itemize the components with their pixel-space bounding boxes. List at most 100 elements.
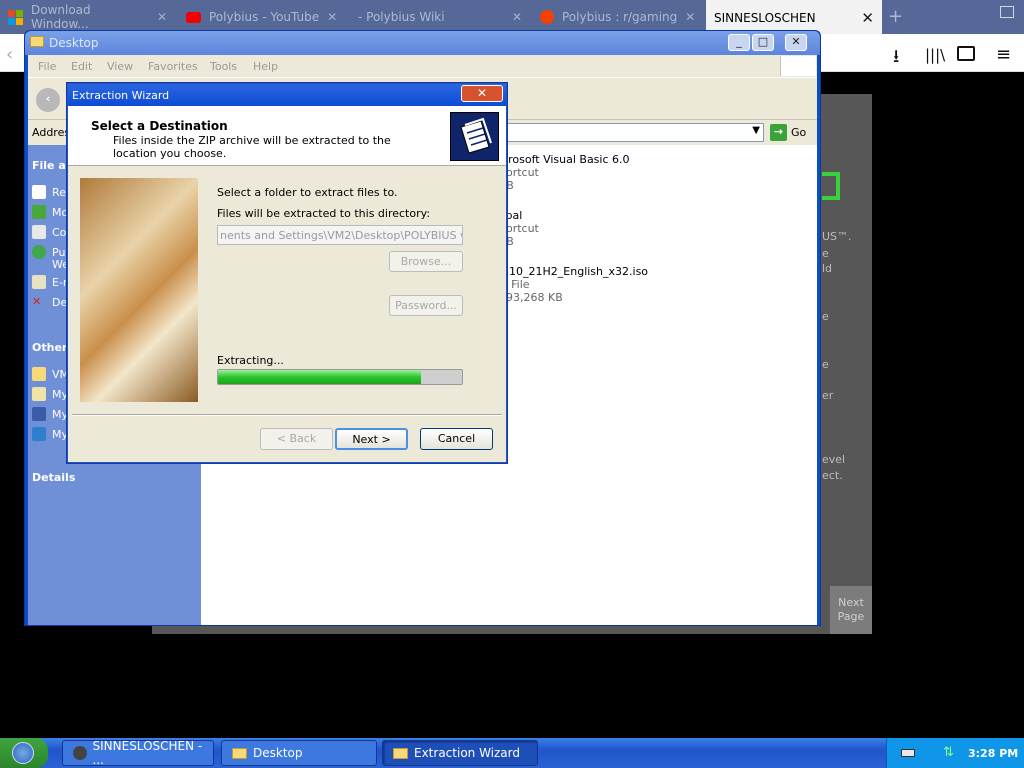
close-icon[interactable]: ✕ bbox=[512, 10, 522, 24]
taskbar-item-active[interactable]: Extraction Wizard bbox=[382, 740, 538, 766]
network-icon[interactable]: ⇅ bbox=[943, 745, 954, 760]
go-arrow-icon: → bbox=[770, 124, 787, 141]
page-text-fragment: US™. bbox=[822, 230, 852, 243]
progress-fill bbox=[218, 370, 421, 384]
password-button[interactable]: Password... bbox=[389, 295, 463, 316]
new-tab-button[interactable]: + bbox=[888, 6, 903, 27]
computer-icon bbox=[32, 407, 46, 421]
task-link[interactable]: ✕ De bbox=[32, 295, 67, 309]
tab-label: - Polybius Wiki bbox=[358, 10, 445, 24]
start-button[interactable] bbox=[0, 738, 48, 768]
browser-tab[interactable]: - Polybius Wiki ✕ bbox=[350, 0, 530, 34]
place-link[interactable]: My bbox=[32, 407, 68, 421]
browser-tab[interactable]: Download Window... ✕ bbox=[0, 0, 175, 34]
close-button[interactable]: ✕ bbox=[785, 34, 807, 51]
close-icon[interactable]: ✕ bbox=[327, 10, 337, 24]
browse-button[interactable]: Browse... bbox=[389, 251, 463, 272]
next-button[interactable]: Next > bbox=[335, 428, 408, 450]
address-input[interactable]: ▼ bbox=[498, 123, 764, 142]
task-link[interactable]: Mo bbox=[32, 205, 68, 219]
menu-file[interactable]: File bbox=[38, 60, 56, 73]
page-text-fragment: er bbox=[822, 389, 834, 402]
task-link[interactable]: Pu bbox=[32, 245, 65, 259]
close-button[interactable]: ✕ bbox=[461, 85, 503, 102]
delete-icon: ✕ bbox=[32, 295, 42, 308]
tab-label: Polybius - YouTube bbox=[209, 10, 320, 24]
wizard-title: Extraction Wizard bbox=[68, 84, 506, 106]
menu-favorites[interactable]: Favorites bbox=[148, 60, 198, 73]
copy-icon bbox=[32, 225, 46, 239]
directory-label: Files will be extracted to this director… bbox=[217, 207, 431, 220]
taskbar-item[interactable]: Desktop bbox=[221, 740, 377, 766]
browser-tab-active[interactable]: SINNESLOSCHEN ✕ bbox=[706, 0, 882, 34]
wizard-header: Select a Destination Files inside the ZI… bbox=[68, 106, 506, 166]
browser-tab[interactable]: Polybius : r/gaming ✕ bbox=[532, 0, 704, 34]
taskbar-item[interactable]: SINNESLOSCHEN - ... bbox=[62, 739, 214, 767]
menu-tools[interactable]: Tools bbox=[210, 60, 237, 73]
dropdown-arrow-icon[interactable]: ▼ bbox=[752, 125, 760, 136]
menu-help[interactable]: Help bbox=[253, 60, 278, 73]
browser-tab[interactable]: Polybius - YouTube ✕ bbox=[178, 0, 348, 34]
close-icon[interactable]: ✕ bbox=[861, 9, 874, 27]
logo-fragment bbox=[822, 172, 840, 200]
email-icon bbox=[32, 275, 46, 289]
library-icon[interactable]: |||\ bbox=[925, 46, 945, 64]
place-link[interactable]: My bbox=[32, 427, 68, 441]
place-link[interactable]: My bbox=[32, 387, 68, 401]
back-icon[interactable]: ‹ bbox=[6, 44, 13, 65]
wizard-subheading: Files inside the ZIP archive will be ext… bbox=[113, 134, 391, 160]
task-link[interactable]: Co bbox=[32, 225, 66, 239]
task-link[interactable]: Re bbox=[32, 185, 66, 199]
browser-tab-strip: Download Window... ✕ Polybius - YouTube … bbox=[0, 0, 1024, 34]
close-icon[interactable]: ✕ bbox=[157, 10, 167, 24]
extraction-wizard-dialog: Extraction Wizard ✕ Select a Destination… bbox=[67, 83, 507, 463]
folder-icon bbox=[232, 747, 247, 759]
menu-icon[interactable]: ≡ bbox=[996, 44, 1011, 65]
page-text-fragment: ld bbox=[822, 262, 833, 275]
go-button[interactable]: → Go bbox=[770, 123, 812, 142]
tab-label: Download Window... bbox=[31, 3, 91, 31]
extracting-label: Extracting... bbox=[217, 354, 284, 367]
tab-label: SINNESLOSCHEN bbox=[714, 11, 816, 25]
page-text-fragment: e bbox=[822, 358, 829, 371]
firefox-icon bbox=[73, 746, 87, 760]
next-page-button[interactable]: Next Page bbox=[830, 586, 872, 634]
youtube-icon bbox=[186, 11, 201, 23]
publish-icon bbox=[32, 245, 46, 259]
folder-icon bbox=[393, 747, 408, 759]
file-item[interactable]: icrosoft Visual Basic 6.0hortcutKB bbox=[499, 153, 630, 192]
extraction-progress-bar bbox=[217, 369, 463, 385]
wizard-side-image bbox=[80, 178, 198, 402]
move-icon bbox=[32, 205, 46, 219]
folder-icon bbox=[32, 367, 46, 381]
directory-field[interactable]: nents and Settings\VM2\Desktop\POLYBIUS … bbox=[217, 225, 463, 245]
menu-view[interactable]: View bbox=[107, 60, 133, 73]
windows-orb-icon bbox=[12, 742, 34, 764]
window-restore-icon[interactable] bbox=[1000, 6, 1014, 18]
place-link[interactable]: VM bbox=[32, 367, 69, 381]
documents-icon bbox=[32, 387, 46, 401]
keyboard-icon[interactable] bbox=[901, 749, 915, 757]
folder-icon bbox=[30, 36, 44, 47]
sidebar-icon[interactable] bbox=[957, 46, 975, 61]
close-icon[interactable]: ✕ bbox=[685, 10, 695, 24]
network-icon bbox=[32, 427, 46, 441]
page-text-fragment: evel bbox=[822, 453, 846, 466]
go-label: Go bbox=[791, 126, 807, 139]
menu-edit[interactable]: Edit bbox=[71, 60, 92, 73]
file-item[interactable]: in10_21H2_English_x32.iso O File 093,268 K… bbox=[499, 265, 648, 304]
cancel-button[interactable]: Cancel bbox=[420, 428, 493, 450]
clock: 3:28 PM bbox=[968, 747, 1019, 760]
windows-logo-icon bbox=[780, 56, 816, 76]
back-arrow-icon[interactable]: ‹ bbox=[36, 88, 60, 112]
details-heading: Details bbox=[32, 471, 76, 484]
reddit-icon bbox=[540, 10, 554, 24]
page-text-fragment: e bbox=[822, 310, 829, 323]
download-icon[interactable]: ⭳ bbox=[893, 44, 899, 74]
minimize-button[interactable]: _ bbox=[728, 34, 750, 51]
rename-icon bbox=[32, 185, 46, 199]
page-text-fragment: ect. bbox=[822, 469, 843, 482]
tab-label: Polybius : r/gaming bbox=[562, 10, 678, 24]
maximize-button[interactable]: □ bbox=[752, 34, 774, 51]
back-button[interactable]: < Back bbox=[260, 428, 333, 450]
